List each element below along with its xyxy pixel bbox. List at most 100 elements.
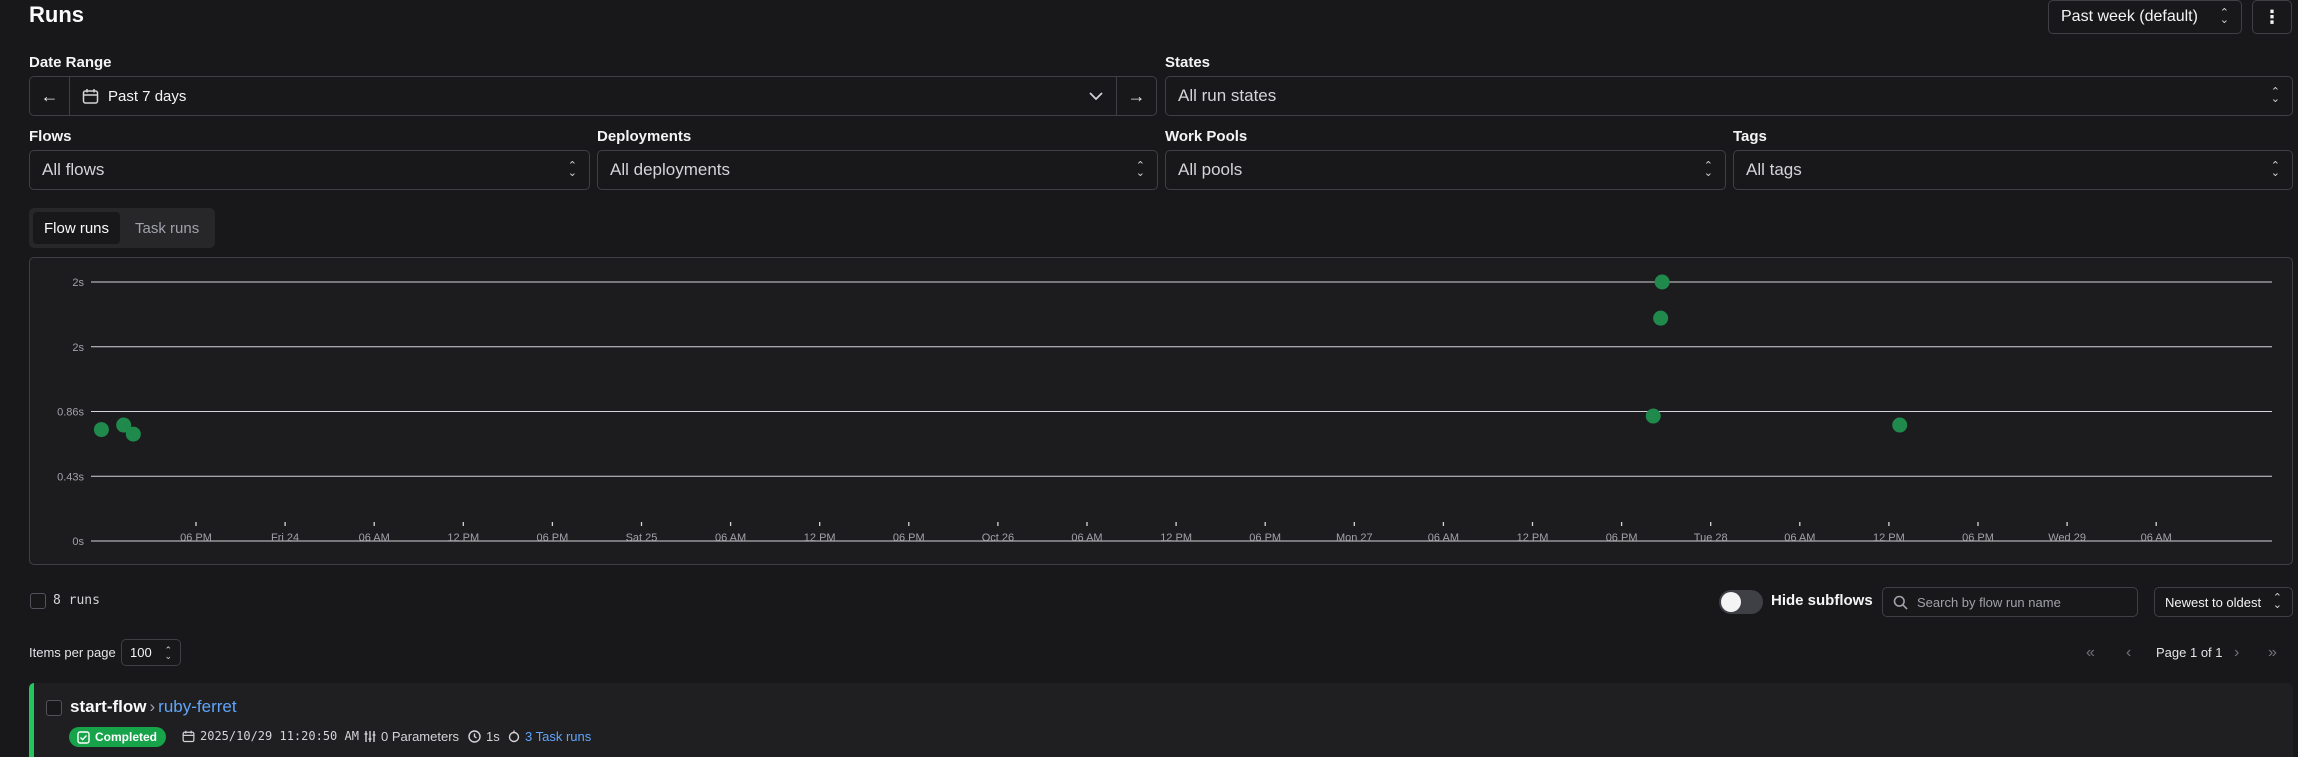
- search-input[interactable]: [1917, 594, 2117, 610]
- flows-label: Flows: [29, 128, 72, 145]
- date-range-select[interactable]: Past 7 days: [70, 77, 1116, 115]
- x-tick-label: Oct 26: [982, 532, 1014, 544]
- y-tick-label: 0.43s: [57, 471, 84, 483]
- states-select[interactable]: All run states ⌃ ⌄: [1165, 76, 2293, 116]
- run-task-runs[interactable]: 3 Task runs: [508, 729, 591, 744]
- tab-flow-runs[interactable]: Flow runs: [33, 212, 121, 244]
- y-tick-label: 0s: [72, 536, 84, 548]
- updown-icon: ⌃ ⌄: [2219, 7, 2229, 26]
- double-chevron-left-icon: «: [2086, 644, 2095, 661]
- x-tick-label: 06 AM: [1428, 532, 1459, 544]
- x-tick-label: Wed 29: [2048, 532, 2086, 544]
- flow-name-link[interactable]: start-flow: [70, 697, 147, 717]
- search-icon: [1893, 595, 1908, 610]
- deployments-value: All deployments: [610, 160, 731, 179]
- x-tick-label: 06 PM: [180, 532, 212, 544]
- run-start-time: 2025/10/29 11:20:50 AM: [182, 729, 359, 743]
- x-tick-label: 06 PM: [893, 532, 925, 544]
- page-title: Runs: [29, 2, 84, 27]
- x-tick-label: 06 PM: [1606, 532, 1638, 544]
- run-point: [1654, 274, 1670, 290]
- chevron-down-icon: [1089, 92, 1103, 101]
- run-type-tabs: Flow runs Task runs: [29, 208, 215, 248]
- run-select-checkbox[interactable]: [46, 700, 62, 716]
- parameters-count: 0 Parameters: [381, 729, 460, 744]
- y-tick-label: 2s: [72, 277, 84, 289]
- x-tick-label: 12 PM: [1873, 532, 1905, 544]
- x-tick-label: Tue 28: [1694, 532, 1728, 544]
- sliders-icon: [364, 731, 376, 742]
- states-label: States: [1165, 54, 1211, 71]
- run-duration: 1s: [468, 729, 500, 744]
- date-range-control: ← Past 7 days →: [29, 76, 1157, 116]
- more-icon: ⋮: [2263, 6, 2281, 27]
- deployments-select[interactable]: All deployments ⌃ ⌄: [597, 150, 1158, 190]
- tab-task-runs[interactable]: Task runs: [124, 212, 210, 244]
- previous-range-button[interactable]: ←: [30, 77, 69, 115]
- tags-label: Tags: [1733, 128, 1767, 145]
- x-tick-label: 12 PM: [1160, 532, 1192, 544]
- updown-icon: ⌃ ⌄: [1703, 160, 1713, 179]
- flows-select[interactable]: All flows ⌃ ⌄: [29, 150, 590, 190]
- x-tick-label: 06 AM: [1784, 532, 1815, 544]
- next-range-button[interactable]: →: [1117, 77, 1156, 115]
- x-tick-label: 06 AM: [2141, 532, 2172, 544]
- run-name-link[interactable]: ruby-ferret: [158, 697, 236, 717]
- x-tick-label: 12 PM: [1517, 532, 1549, 544]
- work-pools-value: All pools: [1178, 160, 1243, 179]
- runs-count: 8 runs: [53, 593, 100, 608]
- arrow-left-icon: ←: [40, 85, 59, 106]
- double-chevron-right-icon: »: [2268, 644, 2277, 661]
- sort-select[interactable]: Newest to oldest ⌃ ⌄: [2154, 587, 2293, 617]
- runs-chart: 0s 0.43s 0.86s 2s 2s 06 PM Fri 24 06 AM 12 PM 06 …: [29, 257, 2293, 565]
- search-box: [1882, 587, 2138, 617]
- work-pools-label: Work Pools: [1165, 128, 1248, 145]
- page-indicator: Page 1 of 1: [2156, 645, 2223, 660]
- calendar-icon: [82, 88, 99, 104]
- first-page-button[interactable]: «: [2086, 644, 2095, 662]
- x-tick-label: 12 PM: [804, 532, 836, 544]
- state-label: Completed: [95, 730, 158, 744]
- arrow-right-icon: →: [1127, 85, 1146, 106]
- toggle-knob: [1721, 592, 1741, 612]
- run-list-item[interactable]: [29, 683, 2293, 757]
- calendar-icon: [182, 730, 195, 742]
- clock-icon: [468, 730, 481, 743]
- updown-icon: ⌃ ⌄: [2270, 160, 2280, 179]
- y-tick-label: 2s: [72, 342, 84, 354]
- select-all-checkbox[interactable]: [30, 593, 46, 609]
- hide-subflows-label: Hide subflows: [1771, 592, 1873, 609]
- sort-value: Newest to oldest: [2165, 594, 2262, 610]
- y-tick-label: 0.86s: [57, 407, 84, 419]
- time-range-select[interactable]: Past week (default) ⌃ ⌄: [2048, 0, 2242, 34]
- x-tick-label: Fri 24: [271, 532, 299, 544]
- previous-page-button[interactable]: ‹: [2126, 644, 2131, 662]
- hide-subflows-toggle[interactable]: [1719, 590, 1763, 614]
- task-runs-icon: [508, 730, 520, 743]
- task-runs-link: 3 Task runs: [525, 729, 592, 744]
- tags-value: All tags: [1746, 160, 1802, 179]
- x-tick-label: 06 PM: [1962, 532, 1994, 544]
- next-page-button[interactable]: ›: [2234, 644, 2239, 662]
- items-per-page-select[interactable]: 100 ⌃ ⌄: [121, 639, 181, 666]
- duration-value: 1s: [486, 729, 500, 744]
- x-tick-label: 06 AM: [1071, 532, 1102, 544]
- x-tick-label: Sat 25: [626, 532, 658, 544]
- run-timestamp: 2025/10/29 11:20:50 AM: [200, 729, 359, 743]
- x-tick-label: 06 PM: [1249, 532, 1281, 544]
- updown-icon: ⌃ ⌄: [567, 160, 577, 179]
- run-point: [1892, 417, 1908, 433]
- run-point: [125, 426, 141, 442]
- last-page-button[interactable]: »: [2268, 644, 2277, 662]
- states-value: All run states: [1178, 86, 1277, 105]
- run-breadcrumb: start-flow › ruby-ferret: [70, 697, 237, 717]
- chevron-left-icon: ‹: [2126, 644, 2132, 661]
- updown-icon: ⌃ ⌄: [1135, 160, 1145, 179]
- run-parameters[interactable]: 0 Parameters: [364, 729, 459, 744]
- tags-select[interactable]: All tags ⌃ ⌄: [1733, 150, 2293, 190]
- date-range-label: Date Range: [29, 54, 112, 71]
- flows-value: All flows: [42, 160, 105, 179]
- run-point: [1653, 310, 1669, 326]
- more-options-button[interactable]: ⋮: [2252, 0, 2292, 34]
- work-pools-select[interactable]: All pools ⌃ ⌄: [1165, 150, 1726, 190]
